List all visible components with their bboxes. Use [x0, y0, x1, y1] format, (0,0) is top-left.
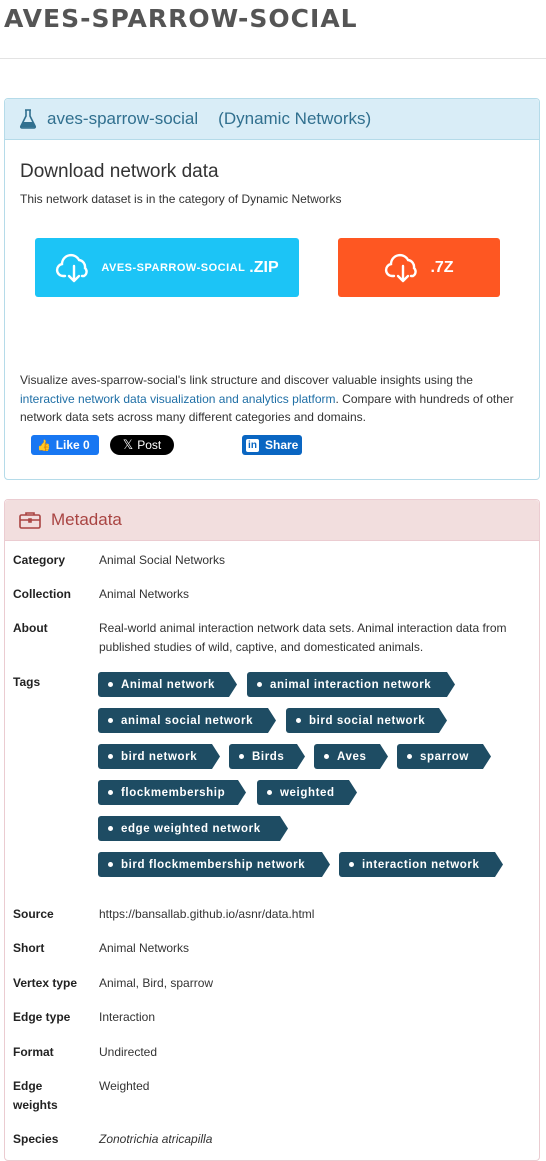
meta-key: Edge weights	[13, 1079, 58, 1112]
cloud-download-icon	[56, 253, 89, 282]
zip-label: AVES-SPARROW-SOCIAL	[101, 261, 246, 274]
tag-label: Aves	[337, 750, 367, 763]
cloud-download-icon	[385, 253, 418, 282]
meta-value: Animal Networks	[99, 941, 190, 955]
tag-label: animal social network	[121, 714, 254, 727]
meta-key: About	[13, 621, 48, 635]
meta-value: https://bansallab.github.io/asnr/data.ht…	[99, 907, 315, 921]
tag[interactable]: animal social network	[98, 708, 276, 733]
meta-key: Edge type	[13, 1010, 71, 1024]
dot-icon	[108, 718, 113, 723]
tag-label: edge weighted network	[121, 822, 261, 835]
tag[interactable]: Birds	[229, 744, 305, 769]
briefcase-icon	[19, 512, 41, 529]
thumbs-up-icon: 👍	[37, 439, 51, 452]
dot-icon	[108, 826, 113, 831]
facebook-like-label: Like 0	[55, 438, 90, 452]
dot-icon	[296, 718, 301, 723]
tag-label: sparrow	[420, 750, 469, 763]
linkedin-icon: in	[246, 438, 259, 452]
tag[interactable]: bird social network	[286, 708, 447, 733]
tag-label: animal interaction network	[270, 678, 432, 691]
tag-label: bird network	[121, 750, 198, 763]
dot-icon	[324, 754, 329, 759]
tag-label: bird flockmembership network	[121, 858, 306, 871]
tag[interactable]: flockmembership	[98, 780, 246, 805]
tag[interactable]: bird network	[98, 744, 220, 769]
tag-label: weighted	[280, 786, 335, 799]
visualization-platform-link[interactable]: interactive network data visualization a…	[20, 392, 336, 406]
page-header: AVES-SPARROW-SOCIAL	[0, 0, 546, 59]
download-title: Download network data	[20, 161, 219, 182]
meta-value: Animal, Bird, sparrow	[99, 976, 214, 990]
tag-label: Animal network	[121, 678, 216, 691]
tag[interactable]: animal interaction network	[247, 672, 455, 697]
tag[interactable]: sparrow	[397, 744, 491, 769]
tag[interactable]: Aves	[314, 744, 388, 769]
meta-value: Weighted	[99, 1079, 150, 1093]
dot-icon	[108, 754, 113, 759]
dot-icon	[267, 790, 272, 795]
meta-key: Format	[13, 1045, 54, 1059]
facebook-like-button[interactable]: 👍 Like 0	[31, 435, 99, 455]
tag[interactable]: edge weighted network	[98, 816, 288, 841]
tag-label: flockmembership	[121, 786, 226, 799]
dot-icon	[257, 682, 262, 687]
tag-label: Birds	[252, 750, 285, 763]
page-title: AVES-SPARROW-SOCIAL	[4, 4, 358, 33]
meta-key: Short	[13, 941, 45, 955]
download-panel: aves-sparrow-social (Dynamic Networks) D…	[4, 98, 540, 480]
tag-label: interaction network	[362, 858, 480, 871]
meta-key: Category	[13, 553, 66, 567]
meta-key: Source	[13, 907, 54, 921]
dot-icon	[108, 682, 113, 687]
download-panel-header: aves-sparrow-social (Dynamic Networks)	[5, 99, 539, 140]
download-description: This network dataset is in the category …	[20, 192, 342, 206]
meta-key: Vertex type	[13, 976, 78, 990]
metadata-title: Metadata	[51, 510, 122, 529]
visualize-text: Visualize aves-sparrow-social's link str…	[20, 371, 530, 427]
x-post-label: Post	[137, 438, 162, 452]
meta-value: Interaction	[99, 1010, 156, 1024]
dot-icon	[239, 754, 244, 759]
meta-value: Real-world animal interaction network da…	[99, 621, 507, 654]
download-zip-button[interactable]: AVES-SPARROW-SOCIAL .ZIP	[35, 238, 299, 297]
meta-key: Tags	[13, 675, 41, 689]
meta-value: Animal Social Networks	[99, 553, 226, 567]
tag-label: bird social network	[309, 714, 426, 727]
tag[interactable]: weighted	[257, 780, 357, 805]
meta-key: Species	[13, 1132, 59, 1146]
network-name: aves-sparrow-social	[47, 109, 199, 128]
x-post-button[interactable]: 𝕏 Post	[110, 435, 174, 455]
tag[interactable]: interaction network	[339, 852, 503, 877]
metadata-header: Metadata	[5, 500, 539, 541]
meta-value: Undirected	[99, 1045, 158, 1059]
metadata-panel: Metadata Category Animal Social Networks…	[4, 499, 540, 1161]
tag[interactable]: bird flockmembership network	[98, 852, 330, 877]
flask-icon	[19, 109, 37, 129]
dot-icon	[108, 862, 113, 867]
meta-value: Zonotrichia atricapilla	[99, 1132, 213, 1146]
meta-value: Animal Networks	[99, 587, 190, 601]
dot-icon	[349, 862, 354, 867]
7z-extension: .7Z	[430, 258, 454, 276]
dot-icon	[407, 754, 412, 759]
zip-extension: .ZIP	[249, 258, 279, 276]
visualize-prefix: Visualize aves-sparrow-social's link str…	[20, 373, 473, 387]
network-category: (Dynamic Networks)	[218, 109, 372, 128]
tag[interactable]: Animal network	[98, 672, 237, 697]
linkedin-share-label: Share	[265, 438, 299, 452]
download-7z-button[interactable]: .7Z	[338, 238, 500, 297]
meta-key: Collection	[13, 587, 72, 601]
x-logo-icon: 𝕏	[122, 437, 134, 452]
linkedin-share-button[interactable]: in Share	[242, 435, 302, 455]
dot-icon	[108, 790, 113, 795]
